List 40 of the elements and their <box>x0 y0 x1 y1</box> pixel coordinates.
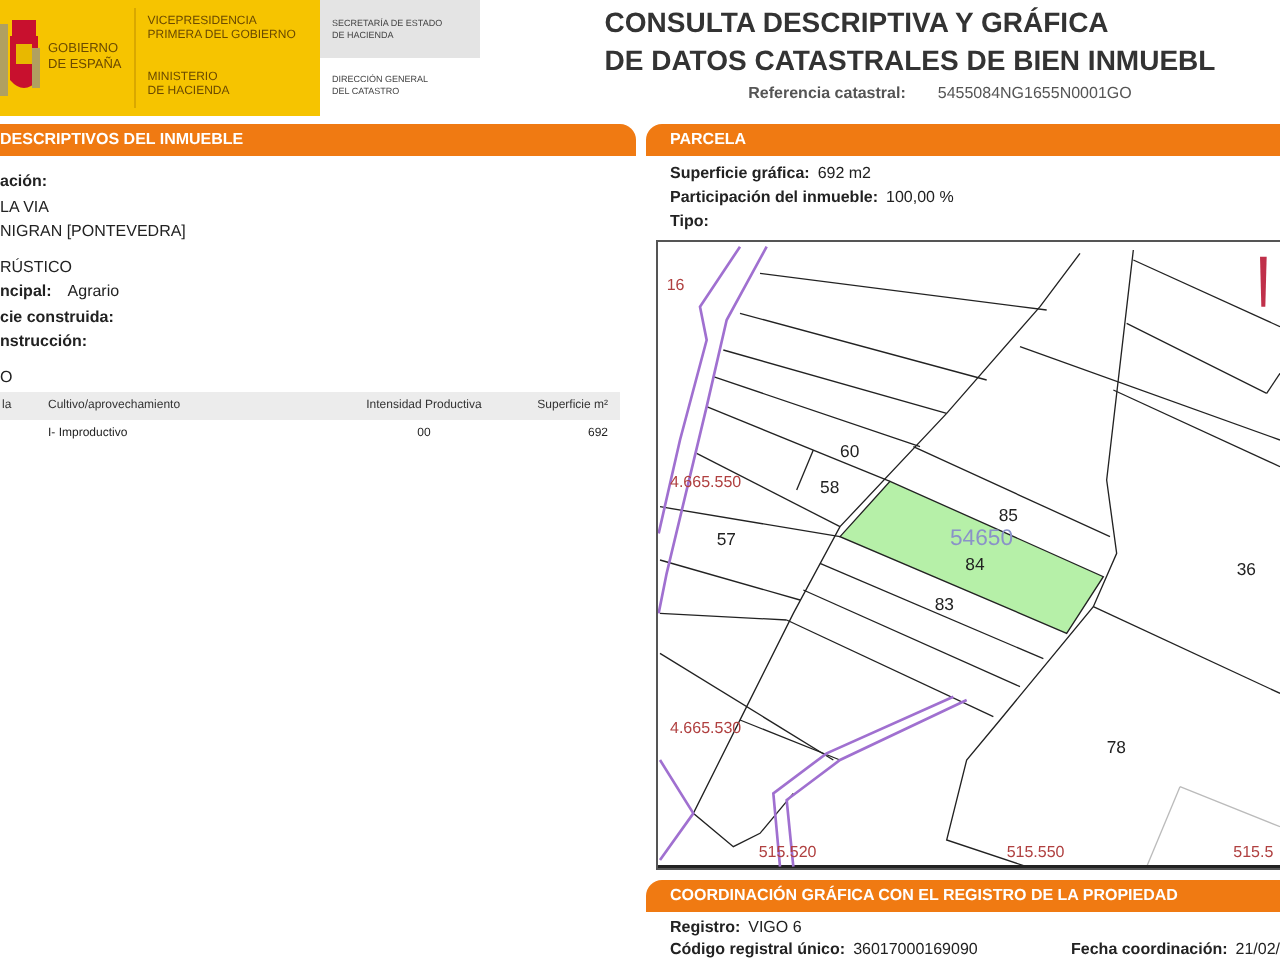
section-header: DESCRIPTIVOS DEL INMUEBLE <box>0 124 636 156</box>
field-value: NIGRAN [PONTEVEDRA] <box>0 222 186 241</box>
parcel-number: 85 <box>998 505 1018 526</box>
section-header: PARCELA <box>646 124 1280 156</box>
parcel-number: 36 <box>1236 558 1256 579</box>
field-value: RÚSTICO <box>0 257 72 276</box>
parcel-number: 83 <box>934 594 954 614</box>
field-value: Agrario <box>67 282 120 301</box>
field-label: nstrucción: <box>0 332 88 351</box>
field-value: 36017000169090 <box>853 940 978 958</box>
reference-value: 5455084NG1655N0001GO <box>937 84 1132 102</box>
field-label: Código registral único: <box>670 940 846 958</box>
field-value: 692 m2 <box>817 163 871 181</box>
parcel-number: 78 <box>1106 737 1126 758</box>
field-label: ncipal: <box>0 282 52 301</box>
field-label: ación: <box>0 172 48 191</box>
north-arrow-icon <box>1260 256 1267 307</box>
field-label: Participación del inmueble: <box>670 187 879 205</box>
field-label: Registro: <box>670 918 741 936</box>
field-label: Fecha coordinación: <box>1071 940 1228 958</box>
field-value: 100,00 % <box>886 187 954 205</box>
parcel-number: 60 <box>840 440 860 461</box>
section-header: COORDINACIÓN GRÁFICA CON EL REGISTRO DE LA PROPIEDAD <box>646 880 1280 912</box>
page-title: CONSULTA DESCRIPTIVA Y GRÁFICA <box>604 4 1111 42</box>
field-label: cie construida: <box>0 307 114 326</box>
page-title: DE DATOS CATASTRALES DE BIEN INMUEBL <box>604 42 1216 80</box>
field-value: LA VIA <box>0 197 49 216</box>
cadastral-number: 54650 <box>950 527 1014 552</box>
reference-label: Referencia catastral: <box>748 84 906 102</box>
coordinate-label: 16 <box>666 276 685 294</box>
parcel-number: 57 <box>716 529 736 550</box>
coordinate-label: 515.550 <box>1006 842 1065 861</box>
field-value: O <box>0 367 13 386</box>
field-label: Tipo: <box>670 211 709 229</box>
parcel-number: 58 <box>820 477 840 498</box>
field-value: VIGO 6 <box>748 918 802 936</box>
parcel-number: 84 <box>965 554 985 574</box>
coordinate-label: 515.5 <box>1233 842 1274 861</box>
field-value: 21/02/ <box>1235 940 1280 958</box>
field-label: Superficie gráfica: <box>670 163 810 181</box>
